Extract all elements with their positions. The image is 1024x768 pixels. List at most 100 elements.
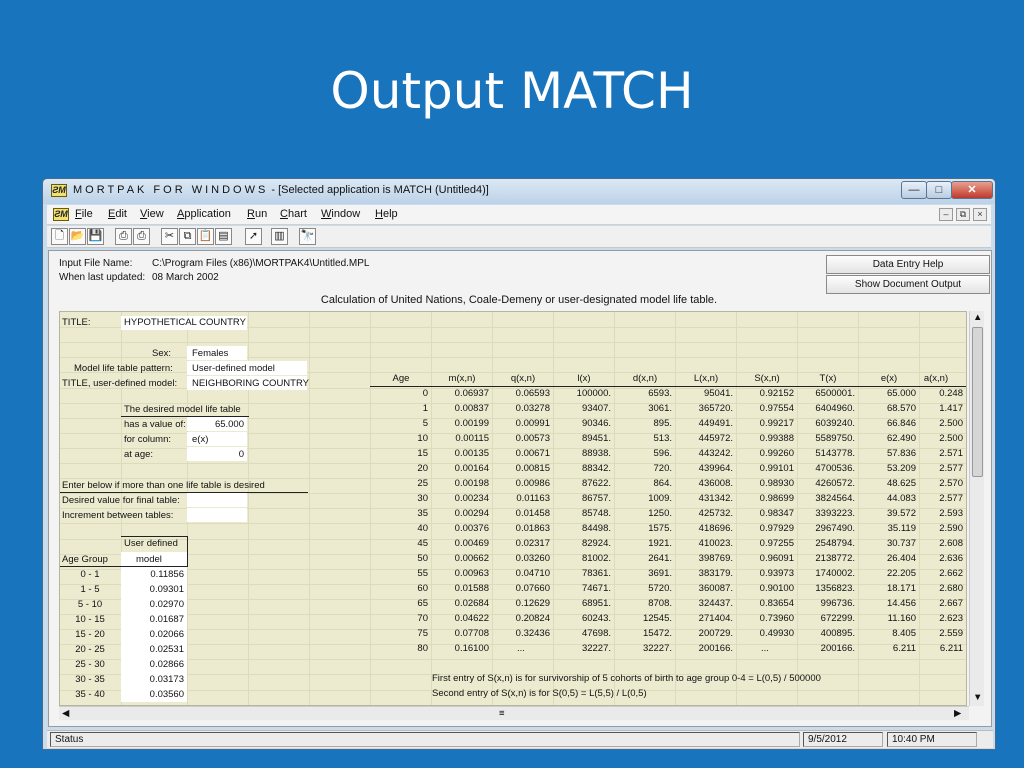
menu-view[interactable]: View xyxy=(140,208,164,220)
table-cell: 88938. xyxy=(581,448,611,459)
table-cell: 2.662 xyxy=(939,568,963,579)
title-label: TITLE: xyxy=(62,317,91,328)
minimize-button[interactable]: — xyxy=(901,181,927,199)
table-cell: 40 xyxy=(417,523,428,534)
table-cell: 50 xyxy=(417,553,428,564)
user-defined-value-cell[interactable]: 0.02970 xyxy=(124,598,184,611)
vertical-scroll-thumb[interactable] xyxy=(972,327,983,477)
menu-application[interactable]: Application xyxy=(177,208,231,220)
user-defined-value-cell[interactable]: 0.11856 xyxy=(124,568,184,581)
table-cell: 410023. xyxy=(698,538,733,549)
scroll-left-arrow-icon[interactable]: ◀ xyxy=(62,707,69,720)
table-cell: 4700536. xyxy=(815,463,855,474)
table-cell: 0.97929 xyxy=(759,523,794,534)
increment-input-cell[interactable] xyxy=(187,508,247,522)
print-preview-icon[interactable]: ⎙ xyxy=(133,228,150,245)
table-cell: 95041. xyxy=(703,388,733,399)
table-cell: 75 xyxy=(417,628,428,639)
horizontal-scroll-thumb[interactable]: ≡ xyxy=(499,707,505,720)
title-value[interactable]: HYPOTHETICAL COUNTRY xyxy=(124,316,246,329)
user-title-label: TITLE, user-defined model: xyxy=(62,378,178,389)
multi-heading-underline xyxy=(60,492,308,493)
scroll-down-arrow-icon[interactable]: ▼ xyxy=(973,691,982,704)
user-title-value[interactable]: NEIGHBORING COUNTRY xyxy=(192,377,309,390)
user-defined-value-cell[interactable]: 0.01687 xyxy=(124,613,184,626)
user-defined-value-cell[interactable]: 0.03560 xyxy=(124,688,184,701)
column-value[interactable]: e(x) xyxy=(192,433,208,446)
mdi-minimize-button[interactable]: – xyxy=(939,208,953,221)
status-time: 10:40 PM xyxy=(887,732,977,747)
vertical-scrollbar[interactable]: ▲ ▼ xyxy=(969,311,984,706)
age-group-cell: 10 - 15 xyxy=(75,614,105,625)
app-icon: ƧM xyxy=(51,184,67,197)
new-file-icon[interactable]: 🗋 xyxy=(51,228,68,245)
table-cell: 65 xyxy=(417,598,428,609)
sex-label: Sex: xyxy=(152,348,172,359)
table-cell: 431342. xyxy=(698,493,733,504)
cut-icon[interactable]: ✂ xyxy=(161,228,178,245)
scroll-right-arrow-icon[interactable]: ▶ xyxy=(954,707,961,720)
show-document-output-button[interactable]: Show Document Output xyxy=(826,275,990,294)
menu-file[interactable]: File xyxy=(75,208,93,220)
table-cell: 1 xyxy=(422,403,428,414)
desired-heading: The desired model life table xyxy=(124,404,241,415)
table-header-cell: l(x) xyxy=(577,373,591,384)
pattern-value[interactable]: User-defined model xyxy=(192,362,275,375)
table-cell: 2138772. xyxy=(815,553,855,564)
final-value-input-cell[interactable] xyxy=(187,493,247,507)
table-cell: 0.01588 xyxy=(454,583,489,594)
table-cell: 6039240. xyxy=(815,418,855,429)
at-age-label: at age: xyxy=(124,449,154,460)
menu-window[interactable]: Window xyxy=(321,208,360,220)
paste-icon[interactable]: 📋 xyxy=(197,228,214,245)
find-icon[interactable]: 🔭 xyxy=(299,228,316,245)
table-cell: 30 xyxy=(417,493,428,504)
user-defined-value-cell[interactable]: 0.02066 xyxy=(124,628,184,641)
table-cell: 0.00469 xyxy=(454,538,489,549)
menu-run[interactable]: Run xyxy=(247,208,267,220)
sex-value[interactable]: Females xyxy=(192,347,228,360)
table-cell: 443242. xyxy=(698,448,733,459)
table-cell: 0.00135 xyxy=(454,448,489,459)
slide-title: Output MATCH xyxy=(330,62,694,120)
table-cell: 3393223. xyxy=(815,508,855,519)
table-cell: 6593. xyxy=(648,388,672,399)
copy-icon[interactable]: ⧉ xyxy=(179,228,196,245)
maximize-button[interactable]: □ xyxy=(926,181,952,199)
table-cell: 0.03278 xyxy=(515,403,550,414)
user-defined-value-cell[interactable]: 0.03173 xyxy=(124,673,184,686)
table-cell: 0 xyxy=(422,388,428,399)
user-defined-value-cell[interactable]: 0.02531 xyxy=(124,643,184,656)
menu-help[interactable]: Help xyxy=(375,208,398,220)
table-note-2: Second entry of S(x,n) is for S(0,5) = L… xyxy=(432,688,647,699)
table-note-1: First entry of S(x,n) is for survivorshi… xyxy=(432,673,821,684)
open-folder-icon[interactable]: 📂 xyxy=(69,228,86,245)
table-cell: 10 xyxy=(417,433,428,444)
close-button[interactable]: ✕ xyxy=(951,181,993,199)
has-value-value[interactable]: 65.000 xyxy=(190,418,244,431)
title-bar[interactable]: ƧM MORTPAK FOR WINDOWS - [Selected appli… xyxy=(43,179,995,204)
at-age-value[interactable]: 0 xyxy=(190,448,244,461)
data-entry-help-button[interactable]: Data Entry Help xyxy=(826,255,990,274)
user-defined-value-cell[interactable]: 0.02866 xyxy=(124,658,184,671)
mdi-close-button[interactable]: × xyxy=(973,208,987,221)
horizontal-scrollbar[interactable]: ◀ ≡ ▶ xyxy=(59,706,969,720)
user-defined-value-cell[interactable]: 0.09301 xyxy=(124,583,184,596)
menu-edit[interactable]: Edit xyxy=(108,208,127,220)
chart-icon[interactable]: ▥ xyxy=(271,228,288,245)
table-cell: 439964. xyxy=(698,463,733,474)
clipboard-icon[interactable]: ▤ xyxy=(215,228,232,245)
table-cell: 1575. xyxy=(648,523,672,534)
table-cell: 425732. xyxy=(698,508,733,519)
scroll-up-arrow-icon[interactable]: ▲ xyxy=(973,311,982,324)
table-cell: 324437. xyxy=(698,598,733,609)
document-icon[interactable]: ƧM xyxy=(53,208,69,221)
table-cell: 80 xyxy=(417,643,428,654)
table-cell: 0.00115 xyxy=(455,433,489,444)
print-icon[interactable]: ⎙ xyxy=(115,228,132,245)
run-icon[interactable]: ➚ xyxy=(245,228,262,245)
menu-chart[interactable]: Chart xyxy=(280,208,307,220)
mdi-restore-button[interactable]: ⧉ xyxy=(956,208,970,221)
save-icon[interactable]: 💾 xyxy=(87,228,104,245)
desired-heading-underline xyxy=(121,416,249,417)
